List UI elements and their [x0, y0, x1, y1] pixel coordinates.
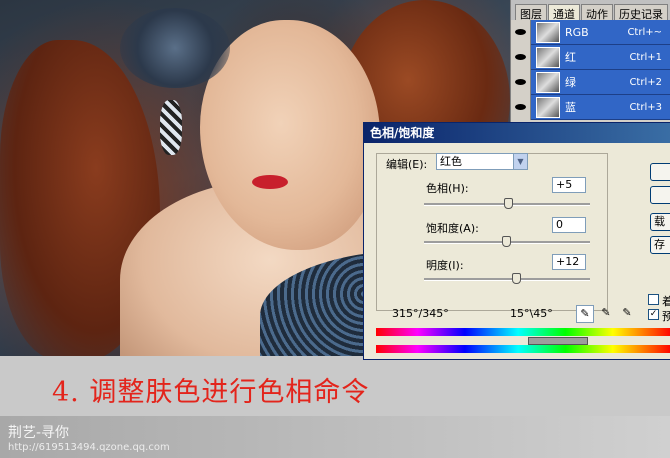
photo-hair-flower — [120, 8, 230, 88]
photo-earring — [160, 100, 182, 155]
hue-input[interactable]: +5 — [552, 177, 586, 193]
watermark-url: http://619513494.qzone.qq.com — [8, 442, 170, 453]
channel-thumbnail — [536, 96, 560, 118]
channel-shortcut: Ctrl+2 — [629, 76, 662, 88]
channel-row-red[interactable]: 红 Ctrl+1 — [511, 44, 670, 70]
saturation-slider-thumb[interactable] — [502, 236, 511, 247]
channel-shortcut: Ctrl+~ — [627, 26, 662, 38]
eyedropper-icon[interactable]: ✎ — [576, 305, 594, 323]
tab-actions[interactable]: 动作 — [581, 4, 613, 21]
lightness-slider-thumb[interactable] — [511, 273, 521, 284]
lightness-label: 明度(I): — [426, 259, 464, 272]
cancel-button[interactable] — [650, 186, 670, 204]
colorize-checkbox[interactable] — [648, 294, 659, 305]
colorize-label: 着 — [662, 295, 670, 308]
visibility-eye-icon[interactable] — [511, 44, 531, 70]
hue-label: 色相(H): — [426, 182, 469, 195]
edit-channel-select[interactable]: 红色 ▼ — [436, 153, 528, 170]
lightness-input[interactable]: +12 — [552, 254, 586, 270]
channel-shortcut: Ctrl+3 — [629, 101, 662, 113]
source-color-bar — [376, 328, 670, 336]
visibility-eye-icon[interactable] — [511, 19, 531, 45]
tab-channels[interactable]: 通道 — [548, 4, 580, 21]
load-button[interactable]: 载 — [650, 213, 670, 231]
dialog-title[interactable]: 色相/饱和度 — [364, 123, 670, 143]
channel-shortcut: Ctrl+1 — [629, 51, 662, 63]
color-range-selector[interactable] — [528, 337, 588, 345]
visibility-eye-icon[interactable] — [511, 94, 531, 120]
preview-checkbox[interactable]: ✓ — [648, 309, 659, 320]
channel-list: RGB Ctrl+~ 红 Ctrl+1 绿 Ctrl+2 蓝 Ctrl+3 — [511, 19, 670, 120]
preview-label: 预 — [662, 310, 670, 323]
hue-slider-thumb[interactable] — [503, 198, 513, 209]
eyedropper-plus-icon[interactable]: ✎ — [597, 305, 615, 323]
edit-label: 编辑(E): — [386, 158, 428, 171]
channel-row-rgb[interactable]: RGB Ctrl+~ — [511, 19, 670, 45]
tab-history[interactable]: 历史记录 — [614, 4, 668, 21]
range-left-readout: 315°/345° — [392, 307, 449, 320]
channels-panel: 图层 通道 动作 历史记录 RGB Ctrl+~ 红 Ctrl+1 绿 Ctrl… — [510, 0, 670, 122]
channel-name: RGB — [565, 25, 589, 39]
channel-name: 绿 — [565, 76, 576, 89]
range-right-readout: 15°\45° — [510, 307, 553, 320]
channel-thumbnail — [536, 71, 560, 93]
photo-lips — [252, 175, 288, 189]
channel-thumbnail — [536, 46, 560, 68]
watermark-name: 荆艺-寻你 — [8, 425, 70, 441]
saturation-input[interactable]: 0 — [552, 217, 586, 233]
visibility-eye-icon[interactable] — [511, 69, 531, 95]
channel-name: 红 — [565, 51, 576, 64]
channel-name: 蓝 — [565, 101, 576, 114]
eyedropper-minus-icon[interactable]: ✎ — [618, 305, 636, 323]
hue-saturation-dialog: 色相/饱和度 编辑(E): 红色 ▼ 色相(H): +5 饱和度(A): 0 明… — [363, 122, 670, 360]
saturation-label: 饱和度(A): — [426, 222, 479, 235]
panel-tabs: 图层 通道 动作 历史记录 — [511, 0, 670, 21]
edit-channel-value: 红色 — [440, 155, 462, 168]
channel-row-green[interactable]: 绿 Ctrl+2 — [511, 69, 670, 95]
step-caption: 4. 调整肤色进行色相命令 — [52, 377, 370, 408]
result-color-bar — [376, 345, 670, 353]
tab-layers[interactable]: 图层 — [515, 4, 547, 21]
ok-button[interactable] — [650, 163, 670, 181]
chevron-down-icon[interactable]: ▼ — [513, 154, 527, 169]
channel-thumbnail — [536, 21, 560, 43]
channel-row-blue[interactable]: 蓝 Ctrl+3 — [511, 94, 670, 120]
save-button[interactable]: 存 — [650, 236, 670, 254]
lightness-slider[interactable] — [424, 278, 590, 281]
